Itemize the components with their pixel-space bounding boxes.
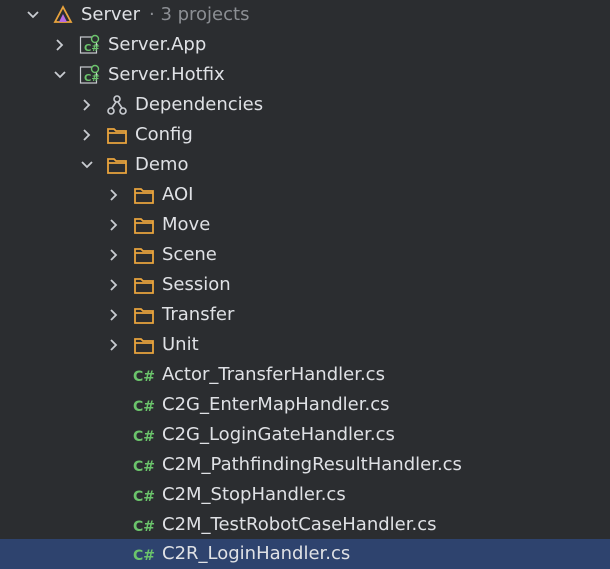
folder-name: Scene	[162, 244, 217, 265]
csharp-project-icon: C#	[79, 34, 100, 54]
folder-icon	[134, 278, 154, 294]
tree-row-project-server-hotfix[interactable]: C# Server.Hotfix	[0, 60, 610, 90]
csharp-file-icon: C#	[133, 459, 155, 475]
csharp-file-icon: C#	[133, 489, 155, 505]
chevron-right-icon[interactable]	[106, 277, 122, 293]
folder-icon	[134, 248, 154, 264]
chevron-right-icon[interactable]	[106, 217, 122, 233]
tree-row-file[interactable]: C# C2G_LoginGateHandler.cs	[0, 420, 610, 450]
file-name: C2G_EnterMapHandler.cs	[162, 394, 390, 415]
tree-row-file[interactable]: C# C2M_TestRobotCaseHandler.cs	[0, 510, 610, 540]
folder-name: Config	[135, 124, 193, 145]
file-name: C2M_TestRobotCaseHandler.cs	[162, 514, 437, 535]
chevron-right-icon[interactable]	[106, 187, 122, 203]
project-name: Server.App	[108, 34, 207, 55]
svg-text:C#: C#	[133, 369, 155, 385]
folder-name: Session	[162, 274, 231, 295]
folder-name: Unit	[162, 334, 199, 355]
folder-icon	[134, 308, 154, 324]
tree-row-file-selected[interactable]: C# C2R_LoginHandler.cs	[0, 539, 610, 569]
svg-text:C#: C#	[133, 489, 155, 505]
tree-row-file[interactable]: C# C2G_EnterMapHandler.cs	[0, 390, 610, 420]
csharp-project-icon: C#	[79, 64, 100, 84]
svg-text:C#: C#	[133, 399, 155, 415]
tree-row-dependencies[interactable]: Dependencies	[0, 90, 610, 120]
chevron-right-icon[interactable]	[106, 247, 122, 263]
tree-row-folder-aoi[interactable]: AOI	[0, 180, 610, 210]
svg-text:C#: C#	[133, 548, 155, 564]
svg-text:C#: C#	[133, 429, 155, 445]
tree-row-folder-move[interactable]: Move	[0, 210, 610, 240]
chevron-down-icon[interactable]	[79, 157, 95, 173]
solution-icon	[53, 5, 73, 23]
tree-row-file[interactable]: C# Actor_TransferHandler.cs	[0, 360, 610, 390]
svg-text:C#: C#	[84, 43, 100, 54]
folder-name: Move	[162, 214, 211, 235]
tree-row-folder-transfer[interactable]: Transfer	[0, 300, 610, 330]
chevron-right-icon[interactable]	[79, 97, 95, 113]
folder-icon	[107, 158, 127, 174]
csharp-file-icon: C#	[133, 369, 155, 385]
dependencies-label: Dependencies	[135, 94, 264, 115]
tree-row-solution[interactable]: Server · 3 projects	[0, 0, 610, 30]
chevron-down-icon[interactable]	[52, 67, 68, 83]
tree-row-folder-config[interactable]: Config	[0, 120, 610, 150]
svg-text:C#: C#	[84, 73, 100, 84]
tree-row-folder-session[interactable]: Session	[0, 270, 610, 300]
svg-text:C#: C#	[133, 519, 155, 535]
chevron-right-icon[interactable]	[79, 127, 95, 143]
csharp-file-icon: C#	[133, 399, 155, 415]
tree-row-project-server-app[interactable]: C# Server.App	[0, 30, 610, 60]
tree-row-folder-demo[interactable]: Demo	[0, 150, 610, 180]
csharp-file-icon: C#	[133, 519, 155, 535]
chevron-right-icon[interactable]	[106, 337, 122, 353]
folder-name: Demo	[135, 154, 189, 175]
folder-icon	[134, 218, 154, 234]
svg-text:C#: C#	[133, 459, 155, 475]
dependencies-icon	[107, 95, 127, 115]
solution-explorer-tree: Server · 3 projects C# Server.App C# Ser…	[0, 0, 610, 569]
csharp-file-icon: C#	[133, 548, 155, 564]
chevron-right-icon[interactable]	[52, 37, 68, 53]
solution-name: Server	[81, 4, 141, 25]
file-name: C2R_LoginHandler.cs	[162, 543, 351, 564]
file-name: C2G_LoginGateHandler.cs	[162, 424, 395, 445]
solution-project-count: · 3 projects	[149, 4, 250, 25]
file-name: C2M_StopHandler.cs	[162, 484, 346, 505]
folder-icon	[134, 338, 154, 354]
tree-row-file[interactable]: C# C2M_StopHandler.cs	[0, 480, 610, 510]
file-name: C2M_PathfindingResultHandler.cs	[162, 454, 462, 475]
project-name: Server.Hotfix	[108, 64, 225, 85]
chevron-down-icon[interactable]	[25, 7, 41, 23]
tree-row-file[interactable]: C# C2M_PathfindingResultHandler.cs	[0, 450, 610, 480]
folder-name: Transfer	[162, 304, 235, 325]
tree-row-folder-unit[interactable]: Unit	[0, 330, 610, 360]
folder-icon	[134, 188, 154, 204]
chevron-right-icon[interactable]	[106, 307, 122, 323]
folder-icon	[107, 128, 127, 144]
file-name: Actor_TransferHandler.cs	[162, 364, 385, 385]
folder-name: AOI	[162, 184, 194, 205]
csharp-file-icon: C#	[133, 429, 155, 445]
tree-row-folder-scene[interactable]: Scene	[0, 240, 610, 270]
